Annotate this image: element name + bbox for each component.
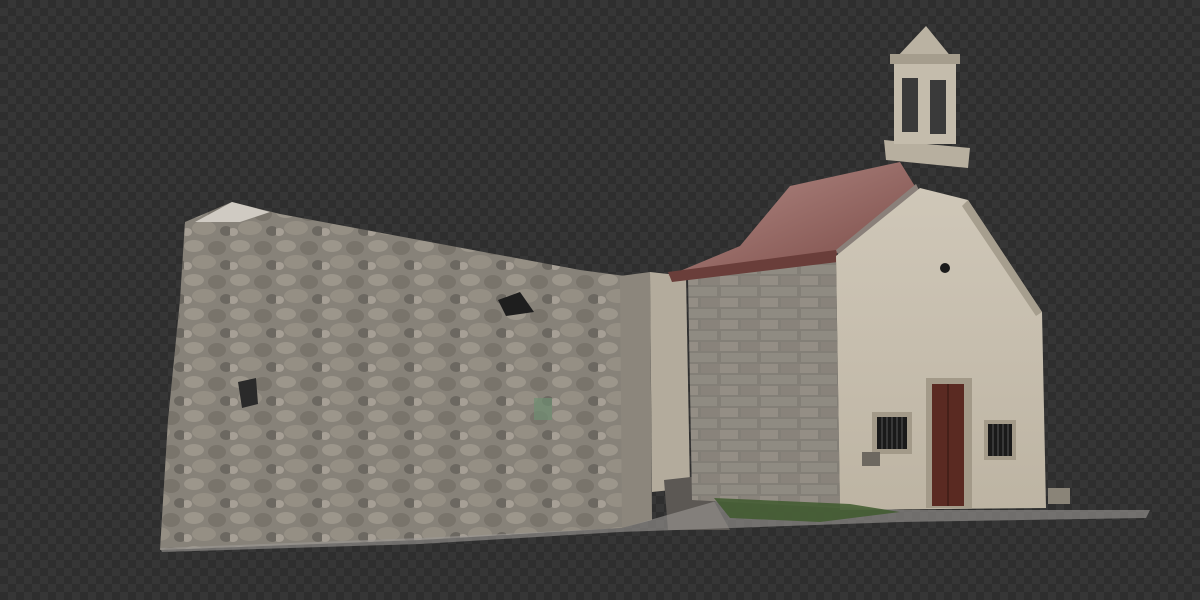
bell-tower-icon [884,26,970,168]
3d-viewport [0,0,1200,600]
chapel-facade [836,188,1046,510]
window-icon [872,412,912,454]
window-icon [984,420,1016,460]
rubble-wall [160,202,625,550]
chapel-side-wall [688,262,840,508]
chapel-model-render [160,26,1150,552]
door-icon [926,378,972,508]
oculus-icon [940,263,950,273]
